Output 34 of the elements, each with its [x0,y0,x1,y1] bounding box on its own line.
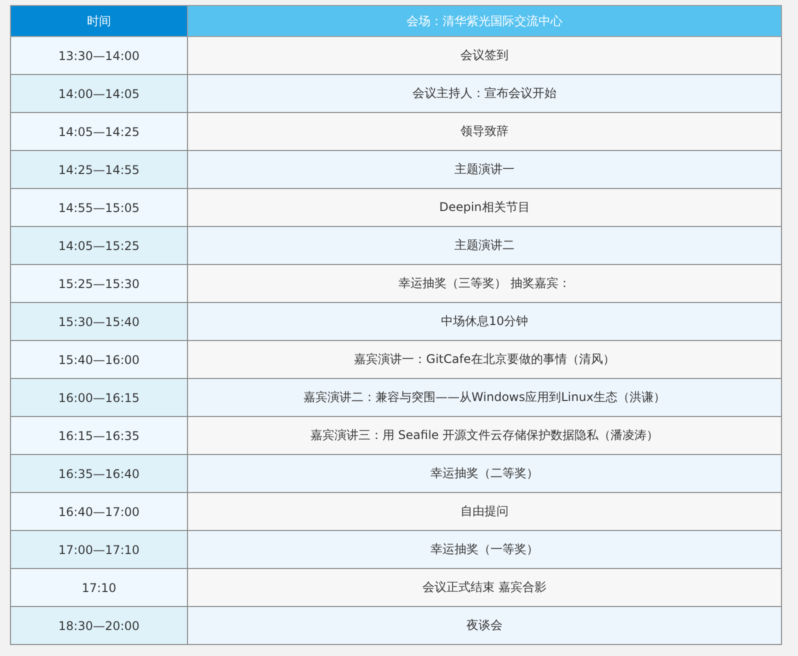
agenda-cell: 幸运抽奖（二等奖） [188,454,782,492]
time-cell: 14:55—15:05 [10,188,188,226]
time-cell: 17:10 [10,568,188,606]
agenda-cell: Deepin相关节目 [188,188,782,226]
agenda-cell: 嘉宾演讲三：用 Seafile 开源文件云存储保护数据隐私（潘凌涛） [188,416,782,454]
agenda-cell: 嘉宾演讲一：GitCafe在北京要做的事情（清风） [188,340,782,378]
agenda-cell: 嘉宾演讲二：兼容与突围——从Windows应用到Linux生态（洪谦） [188,378,782,416]
time-cell: 14:05—15:25 [10,226,188,264]
column-header: 会场：清华紫光国际交流中心 [188,6,782,36]
agenda-cell: 主题演讲一 [188,150,782,188]
agenda-cell: 幸运抽奖（一等奖） [188,530,782,568]
time-cell: 17:00—17:10 [10,530,188,568]
time-cell: 16:40—17:00 [10,492,188,530]
agenda-cell: 会议签到 [188,36,782,74]
agenda-cell: 夜谈会 [188,606,782,644]
agenda-cell: 领导致辞 [188,112,782,150]
agenda-cell: 会议主持人：宣布会议开始 [188,74,782,112]
column-header: 时间 [10,6,188,36]
time-cell: 16:15—16:35 [10,416,188,454]
agenda-cell: 会议正式结束 嘉宾合影 [188,568,782,606]
time-cell: 14:05—14:25 [10,112,188,150]
time-cell: 16:00—16:15 [10,378,188,416]
time-cell: 13:30—14:00 [10,36,188,74]
time-cell: 15:25—15:30 [10,264,188,302]
agenda-cell: 中场休息10分钟 [188,302,782,340]
time-cell: 18:30—20:00 [10,606,188,644]
time-cell: 15:40—16:00 [10,340,188,378]
time-cell: 14:00—14:05 [10,74,188,112]
time-cell: 14:25—14:55 [10,150,188,188]
time-cell: 16:35—16:40 [10,454,188,492]
time-cell: 15:30—15:40 [10,302,188,340]
agenda-cell: 主题演讲二 [188,226,782,264]
agenda-cell: 幸运抽奖（三等奖） 抽奖嘉宾： [188,264,782,302]
agenda-cell: 自由提问 [188,492,782,530]
